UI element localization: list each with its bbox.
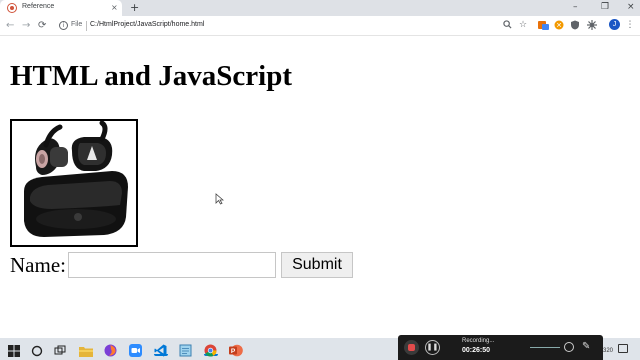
recorder-panel: ❚❚ Recording... 00:26:50 ✎: [398, 335, 603, 360]
mouse-cursor-icon: [215, 193, 224, 205]
firefox-icon[interactable]: [104, 342, 118, 357]
tab-title: Reference: [22, 3, 55, 10]
back-button[interactable]: ←: [6, 19, 14, 32]
favicon-icon: [7, 3, 17, 13]
zoom-icon[interactable]: [502, 20, 512, 30]
browser-toolbar: ← → ⟳ i File C:/HtmlProject/JavaScript/h…: [0, 16, 640, 36]
tab-close-icon[interactable]: ×: [111, 2, 118, 13]
volume-slider[interactable]: [530, 347, 560, 348]
menu-icon[interactable]: ⋮: [625, 20, 635, 30]
file-explorer-icon[interactable]: [79, 342, 93, 357]
name-label: Name:: [10, 253, 66, 277]
vscode-icon[interactable]: [154, 342, 168, 357]
restore-button[interactable]: ❐: [601, 1, 609, 14]
reload-button[interactable]: ⟳: [38, 19, 46, 32]
zoom-app-icon[interactable]: [129, 342, 143, 357]
search-circle-icon[interactable]: [31, 342, 45, 357]
extension-icon-2[interactable]: ✕: [554, 20, 564, 30]
svg-text:✕: ✕: [556, 22, 562, 30]
shield-icon[interactable]: [570, 20, 580, 30]
svg-text:P: P: [231, 348, 236, 355]
webcam-icon[interactable]: [564, 342, 574, 352]
address-separator: [86, 21, 87, 31]
windows-start-icon[interactable]: [8, 342, 22, 357]
extension-icon[interactable]: [538, 20, 549, 30]
tab-reference[interactable]: Reference ×: [0, 0, 122, 16]
close-window-button[interactable]: ×: [627, 1, 635, 14]
recording-timer: 00:26:50: [462, 347, 491, 354]
star-icon[interactable]: ☆: [518, 20, 528, 30]
page-title: HTML and JavaScript: [10, 60, 292, 92]
address-url[interactable]: C:/HtmlProject/JavaScript/home.html: [90, 21, 204, 28]
name-input[interactable]: [68, 252, 276, 278]
pause-button[interactable]: ❚❚: [425, 340, 440, 355]
notification-icon[interactable]: [618, 344, 628, 353]
pen-icon[interactable]: ✎: [582, 341, 590, 353]
recording-status: Recording...: [462, 338, 495, 344]
tray-clock: 320: [603, 348, 614, 354]
info-icon[interactable]: i: [59, 21, 68, 30]
profile-avatar[interactable]: J: [609, 19, 620, 30]
earbuds-image: [10, 119, 138, 247]
task-view-icon[interactable]: [54, 342, 68, 356]
new-tab-button[interactable]: +: [130, 1, 139, 14]
address-bar[interactable]: i File C:/HtmlProject/JavaScript/home.ht…: [53, 18, 533, 34]
address-scheme: File: [71, 21, 83, 28]
minimize-button[interactable]: –: [573, 1, 578, 14]
stop-record-button[interactable]: [404, 340, 419, 355]
chrome-icon[interactable]: [204, 342, 218, 357]
powerpoint-icon[interactable]: P: [229, 342, 243, 357]
puzzle-icon[interactable]: [587, 20, 597, 30]
forward-button[interactable]: →: [22, 19, 30, 32]
notepad-icon[interactable]: [179, 342, 193, 357]
tab-strip: Reference × + – ❐ ×: [0, 0, 640, 16]
submit-button[interactable]: Submit: [281, 252, 353, 278]
